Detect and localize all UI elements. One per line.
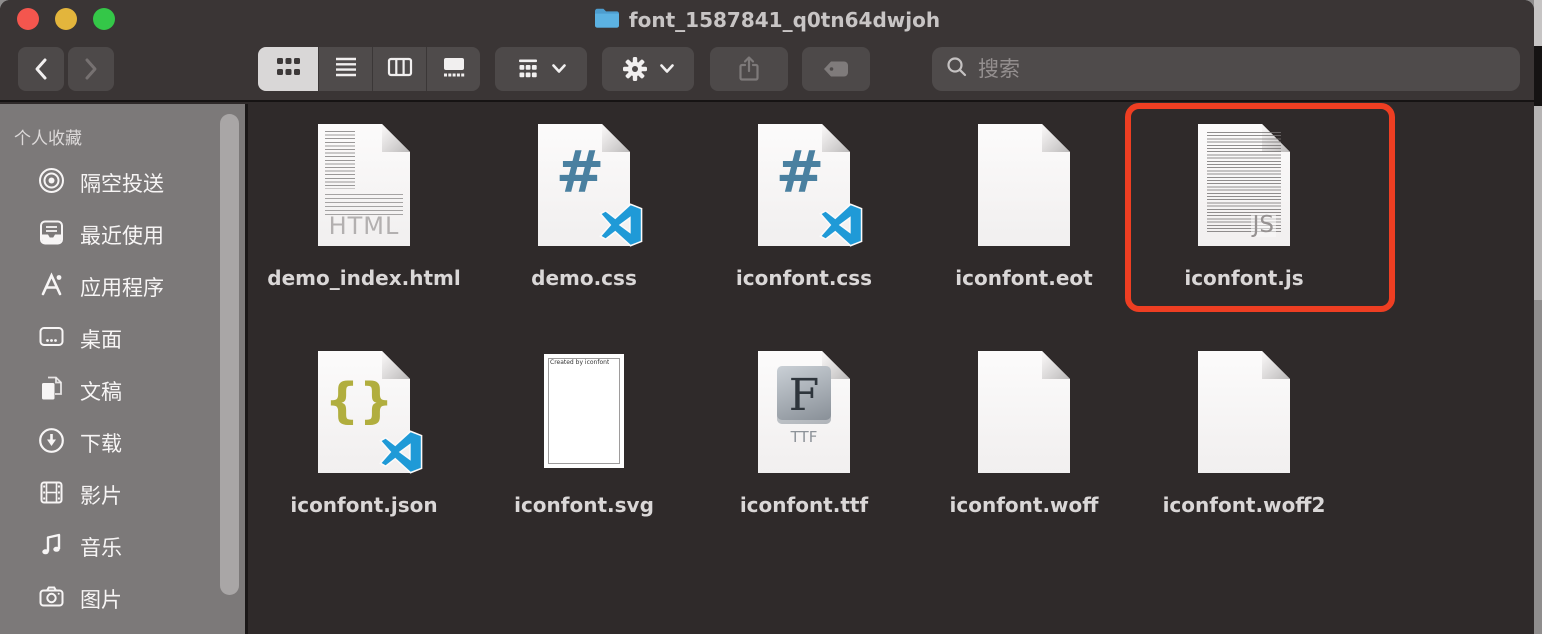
- toolbar: [0, 40, 1534, 102]
- vscode-badge-icon: [819, 203, 863, 251]
- folder-icon: [594, 7, 620, 33]
- file-name: iconfont.ttf: [739, 493, 869, 517]
- view-switcher: [258, 47, 480, 91]
- sidebar-section-header: 个人收藏: [14, 129, 82, 149]
- applications-icon: [38, 271, 65, 303]
- file-iconfont-js[interactable]: JS iconfont.js: [1134, 124, 1354, 351]
- file-iconfont-woff[interactable]: iconfont.woff: [914, 351, 1134, 578]
- finder-window: font_1587841_q0tn64dwjoh 搜索 个人收藏 隔空投送 最近…: [0, 0, 1534, 634]
- recents-icon: [38, 219, 65, 251]
- sidebar-item-label: 桌面: [80, 328, 122, 352]
- desktop-background-strip: [1534, 0, 1542, 634]
- chevron-right-icon: [80, 56, 102, 82]
- vscode-badge-icon: [379, 430, 423, 478]
- file-iconfont-eot[interactable]: iconfont.eot: [914, 124, 1134, 351]
- file-name: iconfont.json: [290, 493, 438, 517]
- sidebar-item-label: 隔空投送: [80, 172, 164, 196]
- gallery-view-icon: [440, 54, 468, 84]
- files-grid: HTML demo_index.html # demo.css # iconfo…: [254, 124, 1354, 578]
- window-title: font_1587841_q0tn64dwjoh: [0, 0, 1534, 40]
- airdrop-icon: [38, 167, 65, 199]
- file-demo-css[interactable]: # demo.css: [474, 124, 694, 351]
- generic-document-icon: [978, 351, 1070, 473]
- music-icon: [38, 531, 65, 563]
- sidebar-item-airdrop[interactable]: 隔空投送: [0, 157, 245, 209]
- json-document-icon: {}: [318, 351, 423, 474]
- file-iconfont-woff2[interactable]: iconfont.woff2: [1134, 351, 1354, 578]
- tag-button[interactable]: [802, 47, 870, 91]
- downloads-icon: [38, 427, 65, 459]
- sidebar-item-label: 图片: [80, 588, 122, 612]
- file-browser-content: HTML demo_index.html # demo.css # iconfo…: [248, 103, 1534, 634]
- file-name: iconfont.woff: [949, 493, 1099, 517]
- sidebar-item-label: 文稿: [80, 380, 122, 404]
- sidebar-scrollbar-thumb[interactable]: [220, 114, 239, 595]
- documents-icon: [38, 375, 65, 407]
- sidebar-item-label: 最近使用: [80, 224, 164, 248]
- group-button[interactable]: [495, 47, 587, 91]
- tag-icon: [821, 56, 851, 82]
- share-button[interactable]: [710, 47, 788, 91]
- chevron-down-icon: [551, 63, 567, 75]
- movies-icon: [38, 479, 65, 511]
- pictures-icon: [38, 583, 65, 615]
- file-name: iconfont.js: [1184, 266, 1304, 290]
- forward-button[interactable]: [68, 47, 114, 91]
- view-list-segment[interactable]: [318, 47, 372, 91]
- sidebar-item-movies[interactable]: 影片: [0, 469, 245, 521]
- sidebar-item-applications[interactable]: 应用程序: [0, 261, 245, 313]
- search-input[interactable]: [978, 57, 1507, 81]
- view-gallery-segment[interactable]: [426, 47, 480, 91]
- action-button[interactable]: [602, 47, 694, 91]
- search-field[interactable]: [932, 47, 1520, 91]
- chevron-left-icon: [30, 56, 52, 82]
- ttf-font-icon: F TTF: [758, 351, 850, 473]
- window-title-text: font_1587841_q0tn64dwjoh: [628, 8, 941, 32]
- file-name: iconfont.svg: [514, 493, 654, 517]
- css-document-icon: #: [758, 124, 863, 247]
- sidebar: 个人收藏 隔空投送 最近使用 应用程序 桌面 文稿 下载 影片 音乐 图片: [0, 104, 248, 634]
- file-iconfont-css[interactable]: # iconfont.css: [694, 124, 914, 351]
- sidebar-item-music[interactable]: 音乐: [0, 521, 245, 573]
- generic-document-icon: [978, 124, 1070, 246]
- sidebar-item-label: 应用程序: [80, 276, 164, 300]
- titlebar: font_1587841_q0tn64dwjoh: [0, 0, 1534, 40]
- sidebar-item-recents[interactable]: 最近使用: [0, 209, 245, 261]
- sidebar-item-pictures[interactable]: 图片: [0, 573, 245, 625]
- group-by-icon: [515, 56, 541, 82]
- file-iconfont-ttf[interactable]: F TTF iconfont.ttf: [694, 351, 914, 578]
- sidebar-item-label: 影片: [80, 484, 122, 508]
- file-name: demo.css: [531, 266, 637, 290]
- gear-icon: [621, 55, 649, 83]
- icon-view-icon: [275, 55, 302, 83]
- chevron-down-icon: [659, 63, 675, 75]
- share-icon: [736, 55, 762, 83]
- js-document-icon: JS: [1198, 124, 1290, 246]
- file-name: iconfont.woff2: [1162, 493, 1326, 517]
- sidebar-item-label: 下载: [80, 432, 122, 456]
- svg-preview-icon: Created by iconfont: [544, 354, 624, 468]
- sidebar-item-downloads[interactable]: 下载: [0, 417, 245, 469]
- vscode-badge-icon: [599, 203, 643, 251]
- file-iconfont-json[interactable]: {} iconfont.json: [254, 351, 474, 578]
- generic-document-icon: [1198, 351, 1290, 473]
- list-view-icon: [333, 54, 359, 84]
- view-icons-segment[interactable]: [258, 47, 318, 91]
- sidebar-item-label: 音乐: [80, 536, 122, 560]
- file-name: iconfont.eot: [955, 266, 1093, 290]
- sidebar-item-documents[interactable]: 文稿: [0, 365, 245, 417]
- file-iconfont-svg[interactable]: Created by iconfont iconfont.svg: [474, 351, 694, 578]
- view-columns-segment[interactable]: [372, 47, 426, 91]
- back-button[interactable]: [18, 47, 64, 91]
- columns-view-icon: [386, 54, 414, 84]
- desktop-icon: [38, 323, 65, 355]
- file-demo-index-html[interactable]: HTML demo_index.html: [254, 124, 474, 351]
- search-icon: [945, 55, 969, 83]
- html-document-icon: HTML: [318, 124, 410, 246]
- file-name: demo_index.html: [267, 266, 461, 290]
- sidebar-item-desktop[interactable]: 桌面: [0, 313, 245, 365]
- file-name: iconfont.css: [735, 266, 873, 290]
- css-document-icon: #: [538, 124, 643, 247]
